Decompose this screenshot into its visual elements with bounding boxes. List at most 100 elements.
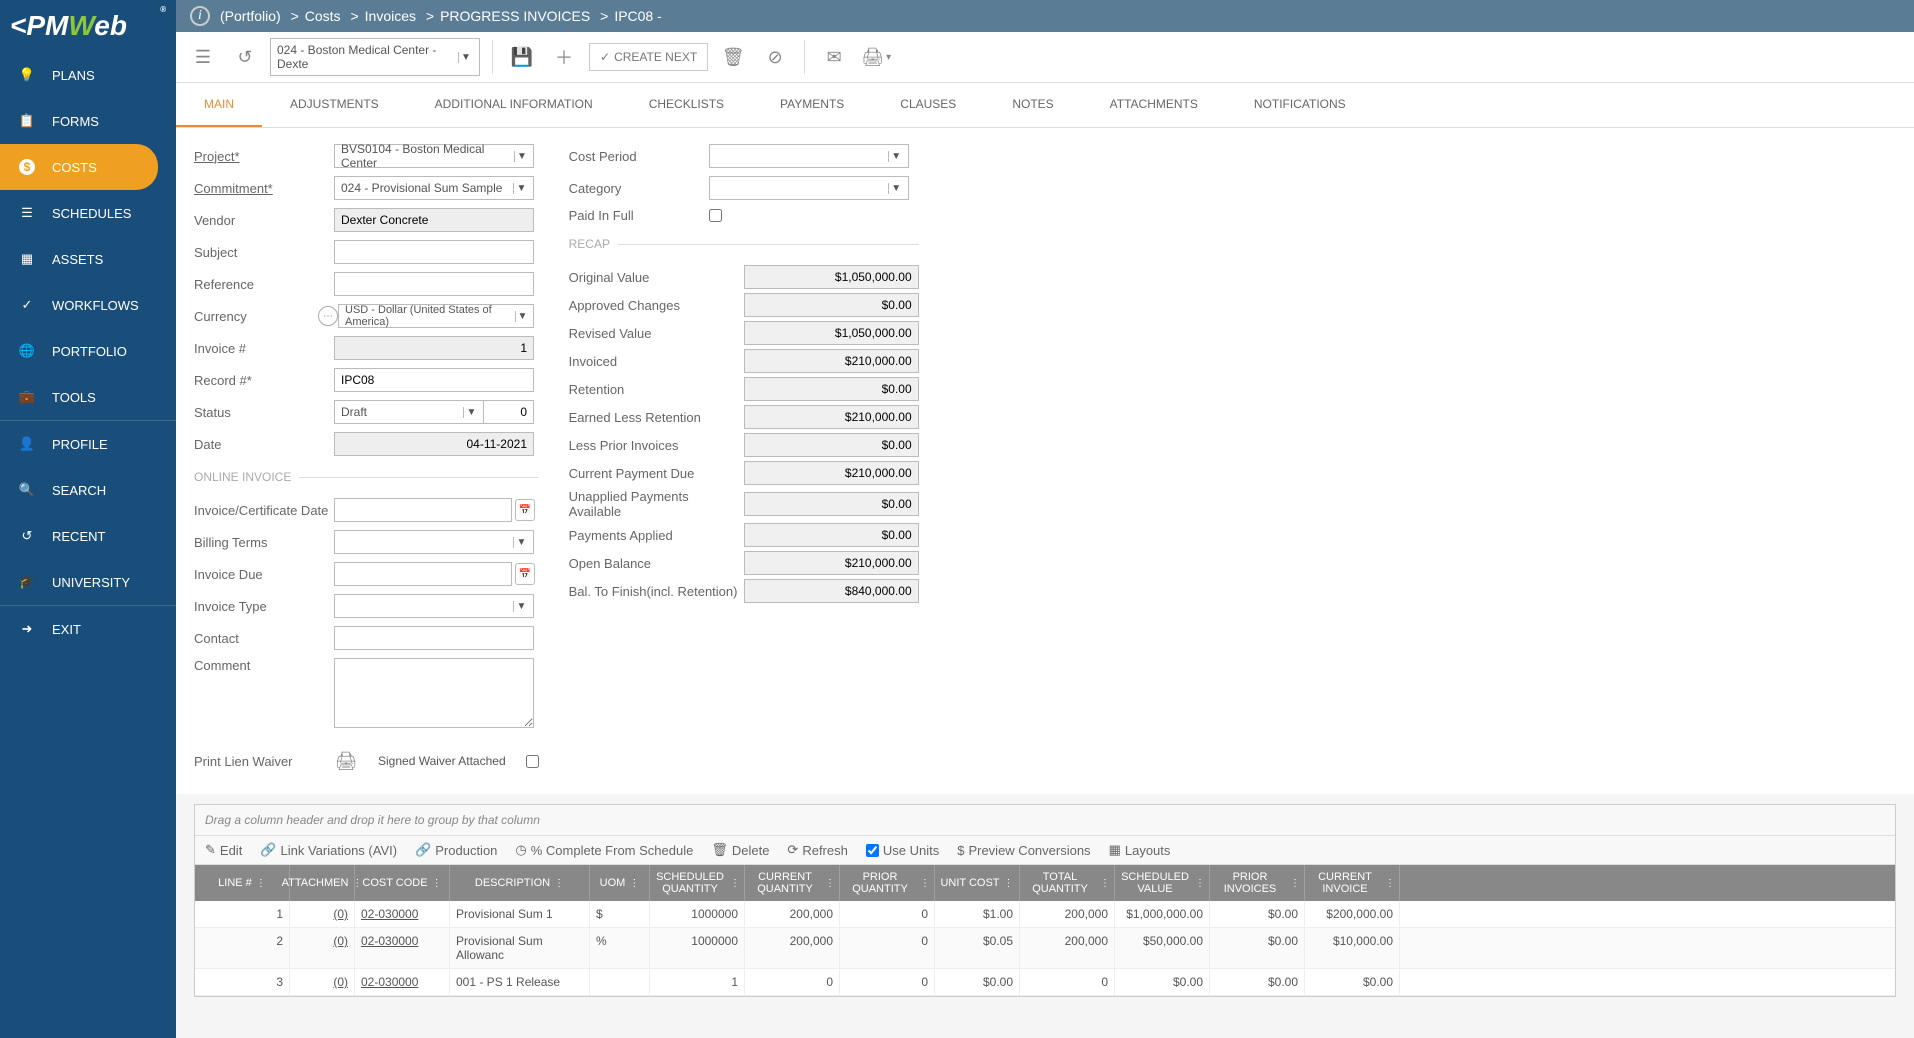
- nav-search[interactable]: 🔍SEARCH: [0, 467, 176, 513]
- cell-current-qty: 0: [745, 969, 840, 995]
- tab-notifications[interactable]: NOTIFICATIONS: [1226, 83, 1374, 127]
- tab-attachments[interactable]: ATTACHMENTS: [1082, 83, 1226, 127]
- refresh-button[interactable]: ⟳Refresh: [787, 842, 847, 858]
- add-icon[interactable]: ＋: [547, 40, 581, 74]
- header-current-invoice[interactable]: CURRENT INVOICE⋮: [1305, 865, 1400, 901]
- header-description[interactable]: DESCRIPTION⋮: [450, 865, 590, 901]
- tab-clauses[interactable]: CLAUSES: [872, 83, 984, 127]
- nav-forms[interactable]: 📋FORMS: [0, 98, 176, 144]
- currency-dropdown[interactable]: USD - Dollar (United States of America)▼: [338, 304, 534, 328]
- tab-payments[interactable]: PAYMENTS: [752, 83, 872, 127]
- table-row[interactable]: 3(0)02-030000001 - PS 1 Release100$0.000…: [195, 969, 1895, 996]
- header-scheduled-qty[interactable]: SCHEDULED QUANTITY⋮: [650, 865, 745, 901]
- header-scheduled-value[interactable]: SCHEDULED VALUE⋮: [1115, 865, 1210, 901]
- nav-tools[interactable]: 💼TOOLS: [0, 374, 176, 420]
- cell-code[interactable]: 02-030000: [355, 901, 450, 927]
- type-label: Invoice Type: [194, 599, 334, 614]
- nav-university[interactable]: 🎓UNIVERSITY: [0, 559, 176, 605]
- status-num-field: [484, 400, 534, 424]
- header-attach[interactable]: ATTACHMEN⋮: [290, 865, 355, 901]
- create-next-button[interactable]: ✓CREATE NEXT: [589, 43, 708, 71]
- preview-button[interactable]: $Preview Conversions: [957, 843, 1090, 858]
- cell-code[interactable]: 02-030000: [355, 928, 450, 968]
- subject-field[interactable]: [334, 240, 534, 264]
- table-row[interactable]: 1(0)02-030000Provisional Sum 1$100000020…: [195, 901, 1895, 928]
- status-dropdown[interactable]: Draft▼: [334, 400, 484, 424]
- project-dropdown[interactable]: BVS0104 - Boston Medical Center▼: [334, 144, 534, 168]
- trash-icon[interactable]: 🗑: [716, 40, 750, 74]
- nav-profile[interactable]: 👤PROFILE: [0, 421, 176, 467]
- ellipsis-icon[interactable]: ⋯: [318, 306, 338, 326]
- commitment-dropdown[interactable]: 024 - Provisional Sum Sample▼: [334, 176, 534, 200]
- cell-attach[interactable]: (0): [290, 928, 355, 968]
- header-uom[interactable]: UOM⋮: [590, 865, 650, 901]
- dollar-icon: $: [957, 843, 964, 858]
- cost-period-dropdown[interactable]: ▼: [709, 144, 909, 168]
- nav-plans[interactable]: 💡PLANS: [0, 52, 176, 98]
- print-icon[interactable]: 🖨▾: [859, 40, 893, 74]
- breadcrumb-invoices: Invoices: [365, 8, 416, 24]
- nav-recent[interactable]: ↺RECENT: [0, 513, 176, 559]
- header-prior-invoices[interactable]: PRIOR INVOICES⋮: [1210, 865, 1305, 901]
- invcert-field[interactable]: [334, 498, 512, 522]
- breadcrumb-root[interactable]: (Portfolio): [220, 8, 281, 24]
- cell-total-qty: 200,000: [1020, 928, 1115, 968]
- delete-button[interactable]: 🗑Delete: [711, 842, 769, 858]
- header-unit-cost[interactable]: UNIT COST⋮: [935, 865, 1020, 901]
- calendar-icon[interactable]: 📅: [515, 499, 535, 521]
- cell-attach[interactable]: (0): [290, 901, 355, 927]
- reference-field[interactable]: [334, 272, 534, 296]
- briefcase-icon: 💼: [18, 388, 36, 406]
- record-field[interactable]: [334, 368, 534, 392]
- save-icon[interactable]: 💾: [505, 40, 539, 74]
- mail-icon[interactable]: ✉: [817, 40, 851, 74]
- group-bar[interactable]: Drag a column header and drop it here to…: [195, 805, 1895, 836]
- header-prior-qty[interactable]: PRIOR QUANTITY⋮: [840, 865, 935, 901]
- signed-checkbox[interactable]: [526, 755, 539, 768]
- header-current-qty[interactable]: CURRENT QUANTITY⋮: [745, 865, 840, 901]
- header-line[interactable]: LINE #⋮: [195, 865, 290, 901]
- tab-checklists[interactable]: CHECKLISTS: [621, 83, 752, 127]
- billing-dropdown[interactable]: ▼: [334, 530, 534, 554]
- table-row[interactable]: 2(0)02-030000Provisional Sum Allowanc%10…: [195, 928, 1895, 969]
- date-field[interactable]: [334, 432, 534, 456]
- cell-code[interactable]: 02-030000: [355, 969, 450, 995]
- history-icon[interactable]: ↺: [228, 40, 262, 74]
- nav-costs[interactable]: $COSTS: [0, 144, 158, 190]
- building-icon: ▦: [18, 250, 36, 268]
- calendar-icon[interactable]: 📅: [515, 563, 535, 585]
- nav-workflows[interactable]: ✓WORKFLOWS: [0, 282, 176, 328]
- due-field[interactable]: [334, 562, 512, 586]
- recap-label: Payments Applied: [569, 528, 744, 543]
- info-icon[interactable]: i: [190, 6, 210, 26]
- tab-notes[interactable]: NOTES: [984, 83, 1081, 127]
- category-dropdown[interactable]: ▼: [709, 176, 909, 200]
- production-button[interactable]: 🔗Production: [415, 842, 497, 858]
- link-variations-button[interactable]: 🔗Link Variations (AVI): [260, 842, 397, 858]
- type-dropdown[interactable]: ▼: [334, 594, 534, 618]
- cell-attach[interactable]: (0): [290, 969, 355, 995]
- pct-complete-button[interactable]: ◷% Complete From Schedule: [515, 842, 693, 858]
- nav-schedules[interactable]: ☰SCHEDULES: [0, 190, 176, 236]
- contact-field[interactable]: [334, 626, 534, 650]
- edit-button[interactable]: ✎Edit: [205, 842, 242, 858]
- tab-main[interactable]: MAIN: [176, 83, 262, 127]
- layouts-button[interactable]: ▦Layouts: [1109, 842, 1171, 858]
- list-icon[interactable]: ☰: [186, 40, 220, 74]
- project-label[interactable]: Project*: [194, 149, 334, 164]
- breadcrumb: (Portfolio) >Costs >Invoices >PROGRESS I…: [220, 8, 662, 24]
- nav-exit[interactable]: ➜EXIT: [0, 606, 176, 652]
- nav-assets[interactable]: ▦ASSETS: [0, 236, 176, 282]
- print-icon[interactable]: 🖨: [334, 744, 358, 778]
- nav-portfolio[interactable]: 🌐PORTFOLIO: [0, 328, 176, 374]
- paid-full-checkbox[interactable]: [709, 209, 722, 222]
- use-units-checkbox[interactable]: Use Units: [866, 843, 939, 858]
- portfolio-dropdown[interactable]: 024 - Boston Medical Center - Dexte▼: [270, 38, 480, 76]
- header-total-qty[interactable]: TOTAL QUANTITY⋮: [1020, 865, 1115, 901]
- cancel-icon[interactable]: ⊘: [758, 40, 792, 74]
- tab-additional[interactable]: ADDITIONAL INFORMATION: [407, 83, 621, 127]
- commitment-label[interactable]: Commitment*: [194, 181, 334, 196]
- comment-field[interactable]: [334, 658, 534, 728]
- tab-adjustments[interactable]: ADJUSTMENTS: [262, 83, 407, 127]
- header-cost-code[interactable]: COST CODE⋮: [355, 865, 450, 901]
